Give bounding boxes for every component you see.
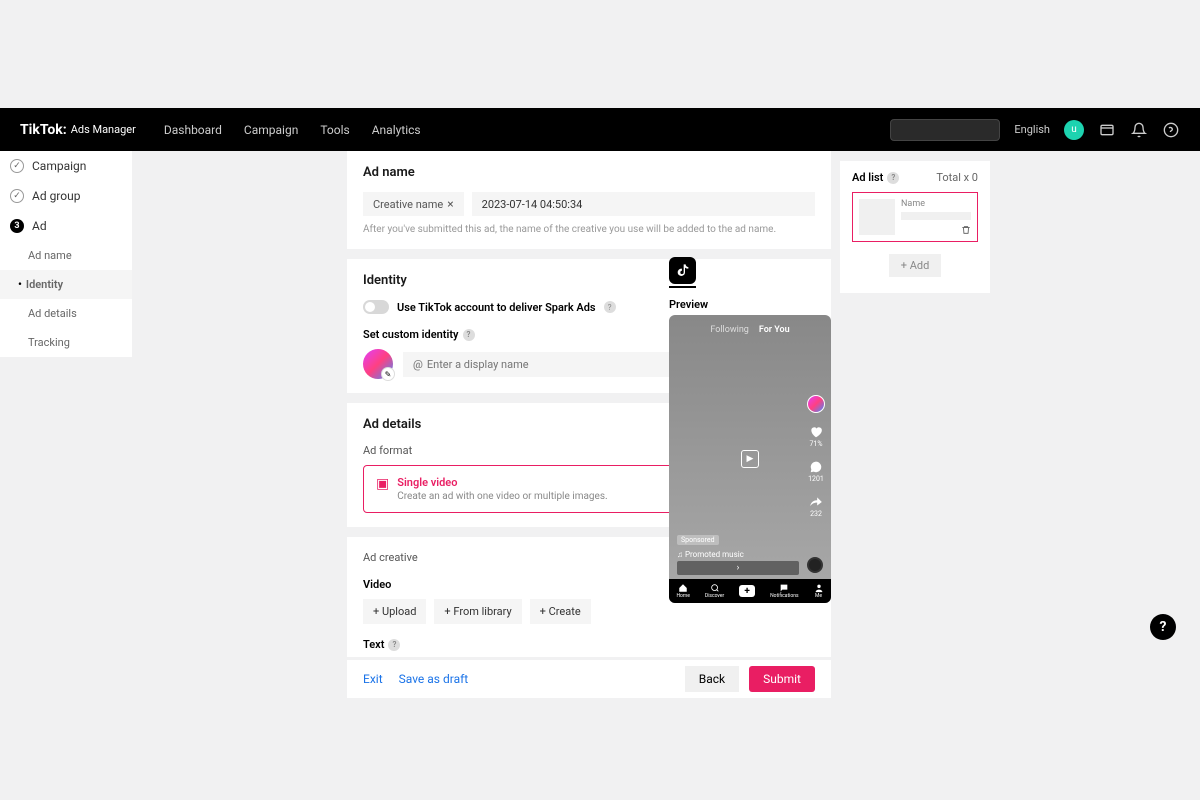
exit-button[interactable]: Exit [363, 672, 383, 686]
creative-name-chip: Creative name× [363, 192, 464, 216]
nav-analytics[interactable]: Analytics [372, 123, 421, 137]
preview-bottom-nav: Home Discover + Notifications Me [669, 579, 831, 603]
play-icon: ▶ [741, 450, 759, 468]
step-ad[interactable]: 3Ad [0, 211, 132, 241]
section-title: Identity [363, 273, 815, 288]
ad-list-panel: Ad list? Total x 0 Name + Add [840, 161, 990, 293]
from-library-button[interactable]: + From library [434, 599, 521, 624]
ad-name-input[interactable] [472, 192, 815, 216]
step-number-icon: 3 [10, 219, 24, 233]
ad-list-title: Ad list? [852, 171, 899, 184]
help-icon[interactable] [1162, 121, 1180, 139]
remove-chip-icon[interactable]: × [447, 197, 453, 211]
spark-ads-toggle[interactable] [363, 300, 389, 314]
add-icon: + [739, 585, 755, 597]
info-icon[interactable]: ? [604, 301, 616, 313]
ad-thumbnail [859, 199, 895, 235]
ad-name-help: After you've submitted this ad, the name… [363, 224, 815, 235]
bottom-action-bar: Exit Save as draft Back Submit [347, 660, 831, 698]
steps-sidebar: ✓Campaign ✓Ad group 3Ad Ad name Identity… [0, 151, 132, 357]
substep-tracking[interactable]: Tracking [0, 328, 132, 357]
help-fab[interactable]: ? [1150, 614, 1176, 640]
cta-button: › [677, 561, 799, 575]
substep-ad-details[interactable]: Ad details [0, 299, 132, 328]
identity-avatar[interactable] [363, 349, 393, 379]
back-button[interactable]: Back [685, 666, 739, 692]
spark-ads-label: Use TikTok account to deliver Spark Ads [397, 301, 596, 314]
brand-subtitle: Ads Manager [71, 123, 136, 136]
music-label: ♫ Promoted music [677, 550, 744, 559]
save-draft-button[interactable]: Save as draft [399, 672, 469, 686]
tiktok-logo-icon [669, 257, 696, 284]
info-icon[interactable]: ? [887, 172, 899, 184]
brand-logo: TikTok: [20, 122, 67, 138]
me-icon: Me [814, 583, 824, 599]
top-nav-bar: TikTok: Ads Manager Dashboard Campaign T… [0, 108, 1200, 151]
comment-icon: 1201 [808, 460, 824, 483]
ad-list-total: Total x 0 [936, 171, 978, 184]
submit-button[interactable]: Submit [749, 666, 815, 692]
preview-avatar [807, 395, 825, 413]
account-selector[interactable] [890, 119, 1000, 141]
preview-feed-tabs: FollowingFor You [669, 325, 831, 335]
info-icon[interactable]: ? [388, 639, 400, 651]
upload-video-button[interactable]: + Upload [363, 599, 426, 624]
preview-label: Preview [669, 298, 708, 311]
ad-preview: FollowingFor You ▶ 71% 1201 232 Sponsore… [669, 315, 831, 603]
preview-tab-indicator [669, 286, 696, 288]
check-icon: ✓ [10, 159, 24, 173]
substep-ad-name[interactable]: Ad name [0, 241, 132, 270]
video-icon: ▣ [376, 476, 389, 502]
add-ad-button[interactable]: + Add [889, 254, 942, 277]
user-avatar[interactable]: u [1064, 120, 1084, 140]
share-icon: 232 [809, 495, 823, 518]
at-sign-icon: @ [413, 358, 423, 371]
nav-dashboard[interactable]: Dashboard [164, 123, 222, 137]
substep-identity[interactable]: Identity [0, 270, 132, 299]
info-icon[interactable]: ? [463, 329, 475, 341]
delete-ad-button[interactable] [901, 225, 971, 235]
step-ad-group[interactable]: ✓Ad group [0, 181, 132, 211]
bell-icon[interactable] [1130, 121, 1148, 139]
section-title: Ad name [363, 165, 815, 180]
format-title: Single video [397, 476, 607, 489]
discover-icon: Discover [705, 583, 724, 599]
nav-campaign[interactable]: Campaign [244, 123, 298, 137]
language-selector[interactable]: English [1014, 123, 1050, 136]
create-video-button[interactable]: + Create [530, 599, 591, 624]
format-desc: Create an ad with one video or multiple … [397, 491, 607, 502]
sponsored-badge: Sponsored [677, 535, 719, 545]
check-icon: ✓ [10, 189, 24, 203]
ad-item-name-label: Name [901, 199, 971, 209]
placeholder-line [901, 212, 971, 220]
step-campaign[interactable]: ✓Campaign [0, 151, 132, 181]
nav-tools[interactable]: Tools [320, 123, 349, 137]
inbox-icon[interactable] [1098, 121, 1116, 139]
home-icon: Home [676, 583, 689, 599]
text-label: Text? [363, 638, 815, 651]
like-icon: 71% [809, 425, 823, 448]
music-disc-icon [807, 557, 823, 573]
ad-name-section: Ad name Creative name× After you've subm… [347, 151, 831, 249]
notifications-icon: Notifications [770, 583, 798, 599]
ad-list-item[interactable]: Name [852, 192, 978, 242]
